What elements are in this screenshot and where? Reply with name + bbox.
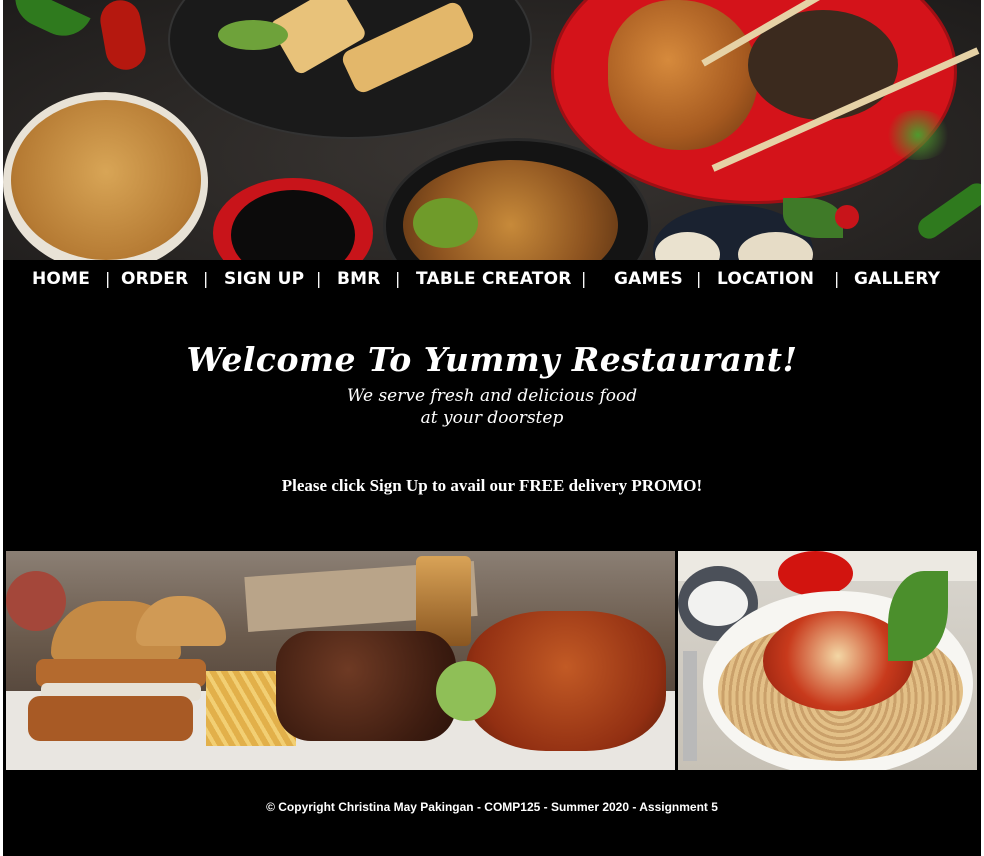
nav-separator: | [834,269,840,288]
nav-table-creator[interactable]: TABLE CREATOR [416,269,572,289]
nav-separator: | [203,269,209,288]
page-title: Welcome To Yummy Restaurant! [186,340,798,379]
tagline-line-1: We serve fresh and delicious food [346,386,638,406]
nav-separator: | [316,269,322,288]
nav-sign-up[interactable]: SIGN UP [224,269,304,289]
main-nav: HOME | ORDER | SIGN UP | BMR | TABLE CRE… [3,260,981,300]
footer-copyright: © Copyright Christina May Pakingan - COM… [266,800,718,814]
food-photo-platter [6,551,675,770]
nav-separator: | [581,269,587,288]
promo-message: Please click Sign Up to avail our FREE d… [281,476,703,495]
page-container: HOME | ORDER | SIGN UP | BMR | TABLE CRE… [3,0,981,856]
nav-separator: | [696,269,702,288]
nav-gallery[interactable]: GALLERY [854,269,940,289]
nav-bmr[interactable]: BMR [337,269,381,289]
food-photo-spaghetti [678,551,977,770]
banner-image [3,0,981,260]
nav-home[interactable]: HOME [32,269,90,289]
tagline-line-2: at your doorstep [420,408,564,428]
nav-location[interactable]: LOCATION [717,269,814,289]
nav-games[interactable]: GAMES [614,269,683,289]
nav-separator: | [395,269,401,288]
nav-separator: | [105,269,111,288]
nav-order[interactable]: ORDER [121,269,188,289]
